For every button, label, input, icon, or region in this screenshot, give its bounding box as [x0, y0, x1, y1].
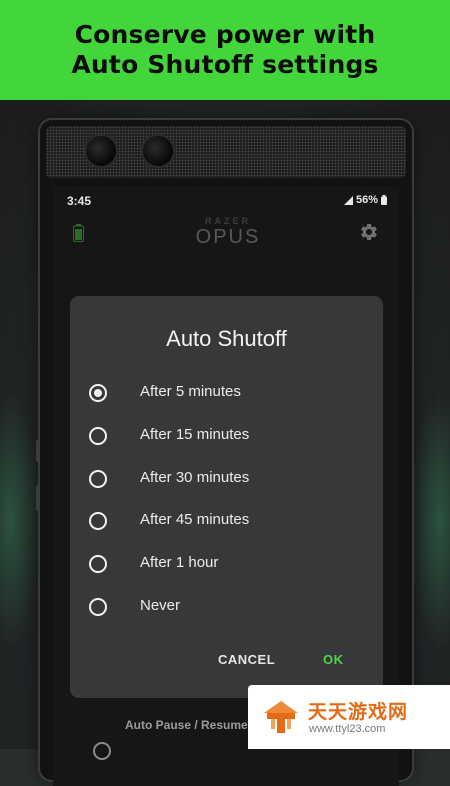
- option-label: After 45 minutes: [140, 511, 250, 528]
- cancel-button[interactable]: CANCEL: [218, 652, 275, 667]
- logo-brand: RAZER: [205, 216, 251, 226]
- gear-icon[interactable]: [359, 222, 379, 242]
- watermark-text: 天天游戏网: [308, 702, 409, 723]
- dialog-title: Auto Shutoff: [166, 326, 287, 351]
- option-label: After 30 minutes: [140, 469, 250, 486]
- ok-button[interactable]: OK: [323, 652, 344, 667]
- watermark-logo-icon: [264, 701, 298, 733]
- radio-button[interactable]: [89, 470, 107, 488]
- side-button-lower: [36, 485, 40, 511]
- ambient-glow-left: [0, 390, 40, 650]
- auto-pause-radio[interactable]: [93, 742, 111, 760]
- logo-product: OPUS: [195, 226, 261, 248]
- promo-banner: Conserve power with Auto Shutoff setting…: [0, 0, 450, 100]
- razer-opus-logo: RAZER OPUS: [193, 216, 263, 249]
- radio-button[interactable]: [89, 427, 107, 445]
- option-after-1-hour[interactable]: After 1 hour: [70, 544, 383, 584]
- camera-right: [143, 136, 173, 166]
- status-time: 3:45: [67, 194, 92, 208]
- ambient-glow-right: [410, 390, 450, 650]
- option-label: After 5 minutes: [140, 383, 241, 400]
- option-after-5-minutes[interactable]: After 5 minutes: [70, 373, 383, 413]
- battery-percentage: 56%: [355, 194, 378, 206]
- option-after-45-minutes[interactable]: After 45 minutes: [70, 501, 383, 541]
- radio-button[interactable]: [89, 598, 107, 616]
- radio-button[interactable]: [89, 512, 107, 530]
- option-label: After 15 minutes: [140, 426, 250, 443]
- camera-left: [86, 136, 116, 166]
- device-battery-icon: [73, 224, 84, 242]
- option-after-30-minutes[interactable]: After 30 minutes: [70, 459, 383, 499]
- radio-button[interactable]: [89, 555, 107, 573]
- watermark: 天天游戏网 www.ttyl23.com: [248, 685, 450, 749]
- banner-headline-line-1: Conserve power with: [74, 20, 376, 49]
- option-after-15-minutes[interactable]: After 15 minutes: [70, 416, 383, 456]
- watermark-url: www.ttyl23.com: [309, 723, 386, 735]
- option-never[interactable]: Never: [70, 587, 383, 627]
- status-icons: 56%: [343, 194, 387, 206]
- banner-headline-line-2: Auto Shutoff settings: [71, 50, 379, 79]
- side-button-upper: [36, 440, 40, 462]
- battery-icon: [381, 195, 387, 205]
- auto-pause-resume-label: Auto Pause / Resume: [125, 718, 248, 732]
- radio-button-selected[interactable]: [89, 384, 107, 402]
- option-label: Never: [140, 597, 181, 614]
- signal-icon: [343, 195, 353, 205]
- auto-shutoff-dialog: Auto Shutoff After 5 minutes After 15 mi…: [70, 296, 383, 698]
- option-label: After 1 hour: [140, 554, 219, 571]
